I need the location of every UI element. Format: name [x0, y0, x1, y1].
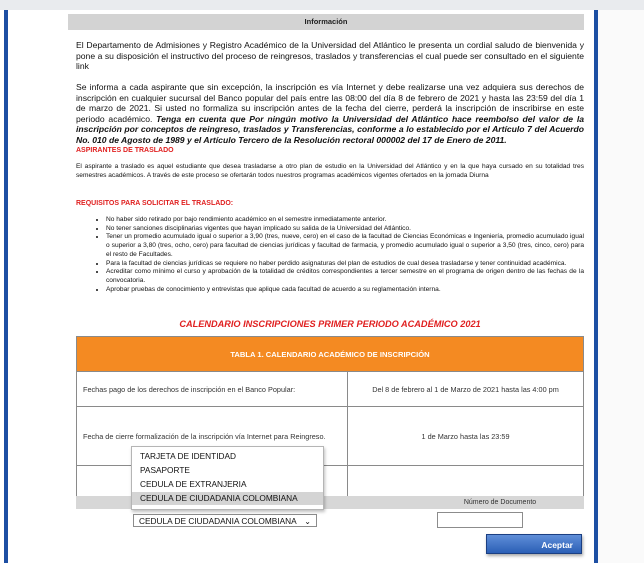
browser-top-strip [0, 0, 644, 10]
list-item: No tener sanciones disciplinarias vigent… [106, 225, 584, 234]
list-item: No haber sido retirado por bajo rendimie… [106, 216, 584, 225]
table-row: Fechas pago de los derechos de inscripci… [76, 371, 584, 407]
chevron-down-icon: ⌄ [304, 517, 311, 526]
info-header: Información [68, 14, 584, 30]
table-cell-value: 1 de Marzo hasta las 23:59 [347, 406, 584, 466]
dropdown-option-selected[interactable]: CEDULA DE CIUDADANIA COLOMBIANA [132, 492, 323, 505]
notice-warning: Tenga en cuenta que Por ningún motivo la… [76, 113, 584, 145]
accept-button[interactable]: Aceptar [486, 534, 582, 554]
table-cell-label: Fechas pago de los derechos de inscripci… [76, 371, 348, 407]
requisitos-heading: REQUISITOS PARA SOLICITAR EL TRASLADO: [76, 200, 234, 207]
aspirantes-text: El aspirante a traslado es aquel estudia… [76, 163, 584, 179]
document-number-input[interactable] [437, 512, 523, 528]
list-item: Aprobar pruebas de conocimiento y entrev… [106, 286, 584, 295]
calendar-title: CALENDARIO INSCRIPCIONES PRIMER PERIODO … [179, 319, 481, 329]
list-item: Acreditar como mínimo el curso y aprobac… [106, 268, 584, 285]
list-item: Tener un promedio acumulado igual o supe… [106, 233, 584, 259]
document-type-value: CEDULA DE CIUDADANIA COLOMBIANA [139, 516, 297, 526]
intro-paragraph: El Departamento de Admisiones y Registro… [76, 40, 584, 72]
document-number-label: Número de Documento [463, 499, 537, 506]
dropdown-option[interactable]: PASAPORTE [132, 464, 323, 477]
aspirantes-heading: ASPIRANTES DE TRASLADO [76, 147, 174, 154]
dropdown-option[interactable]: TARJETA DE IDENTIDAD [132, 450, 323, 463]
document-type-select[interactable]: CEDULA DE CIUDADANIA COLOMBIANA ⌄ [133, 514, 317, 527]
page-margin [598, 10, 644, 563]
calendar-table-header: TABLA 1. CALENDARIO ACADÉMICO DE INSCRIP… [76, 336, 584, 372]
list-item: Para la facultad de ciencias jurídicas s… [106, 260, 584, 269]
document-type-dropdown: TARJETA DE IDENTIDAD PASAPORTE CEDULA DE… [131, 446, 324, 510]
dropdown-option[interactable]: CEDULA DE EXTRANJERIA [132, 478, 323, 491]
notice-paragraph: Se informa a cada aspirante que sin exce… [76, 82, 584, 146]
requisitos-list: No haber sido retirado por bajo rendimie… [76, 216, 584, 294]
table-cell-value: Del 8 de febrero al 1 de Marzo de 2021 h… [347, 371, 584, 407]
